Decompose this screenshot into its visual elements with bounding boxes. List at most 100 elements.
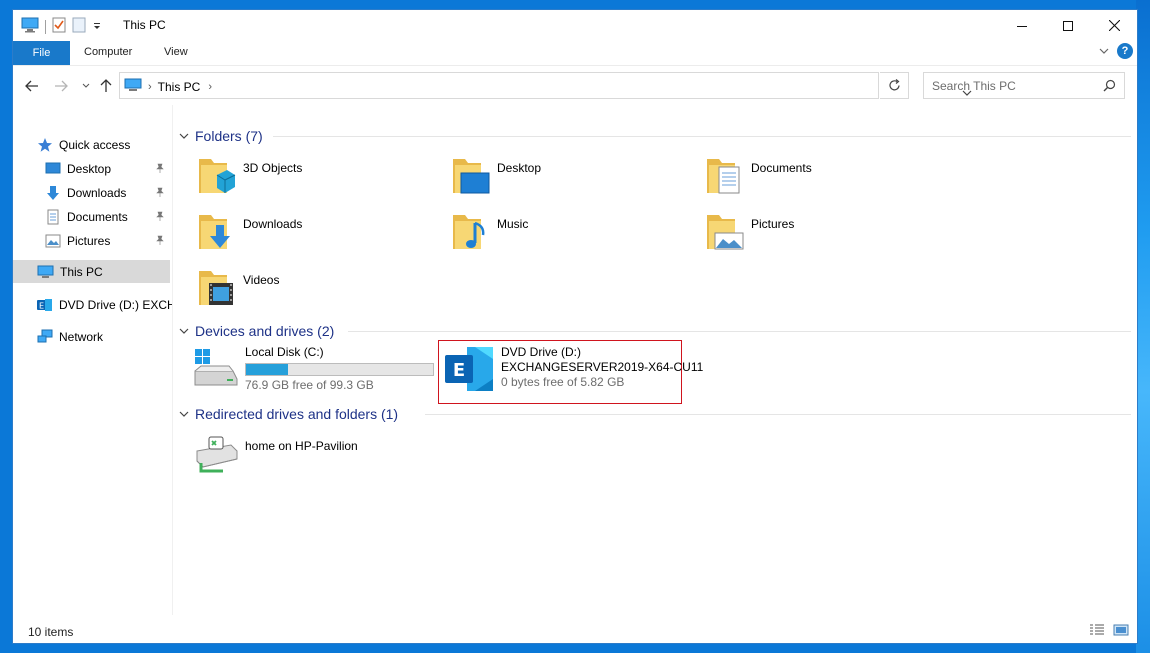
sidebar-item-documents[interactable]: Documents <box>45 205 172 228</box>
group-header-redirected[interactable]: Redirected drives and folders (1) <box>179 404 398 424</box>
title-bar: This PC <box>13 10 1137 41</box>
sidebar-item-this-pc[interactable]: This PC <box>13 260 170 283</box>
sidebar-item-dvd-drive[interactable]: E DVD Drive (D:) EXCHA <box>37 293 173 316</box>
desktop-background <box>1136 0 1150 653</box>
downloads-folder-icon <box>199 215 230 249</box>
search-box[interactable]: Search This PC <box>923 72 1125 99</box>
sidebar-item-quick-access[interactable]: Quick access <box>37 133 130 156</box>
sidebar-item-label: This PC <box>60 264 103 279</box>
back-arrow-icon <box>25 80 38 92</box>
recent-locations-button[interactable] <box>77 77 95 95</box>
refresh-button[interactable] <box>880 72 909 99</box>
drive-name: Local Disk (C:) <box>245 345 324 359</box>
large-icons-view-icon[interactable] <box>1113 624 1129 639</box>
breadcrumb-this-pc[interactable]: This PC <box>158 80 201 94</box>
sidebar-item-label: Quick access <box>59 137 131 152</box>
folder-downloads[interactable]: Downloads <box>197 211 302 253</box>
help-icon[interactable]: ? <box>1117 43 1133 59</box>
exchange-icon: E <box>37 298 52 311</box>
close-icon <box>1108 20 1120 31</box>
disk-usage-fill <box>246 364 289 375</box>
sidebar-item-downloads[interactable]: Downloads <box>45 181 172 204</box>
maximize-button[interactable] <box>1045 10 1091 41</box>
chevron-down-icon <box>179 328 189 334</box>
folder-3d-objects[interactable]: 3D Objects <box>197 155 302 197</box>
windows-drive-icon <box>194 349 238 386</box>
ribbon-tabs: File Computer View ? <box>13 41 1137 65</box>
back-button[interactable] <box>23 77 41 95</box>
details-view-icon[interactable] <box>1089 624 1105 639</box>
sidebar-item-label: Pictures <box>67 233 111 248</box>
download-arrow-icon <box>47 185 59 200</box>
group-header-label: Redirected drives and folders (1) <box>195 406 399 422</box>
redirected-drive-label: home on HP-Pavilion <box>245 439 358 453</box>
navigation-bar: › This PC › Search This PC <box>13 65 1137 106</box>
status-bar: 10 items <box>13 615 1137 643</box>
drive-volume-label: EXCHANGESERVER2019-X64-CU11 <box>501 360 704 374</box>
star-icon <box>38 137 52 152</box>
group-header-devices[interactable]: Devices and drives (2) <box>179 321 334 341</box>
documents-folder-icon <box>707 159 740 194</box>
sidebar-item-label: Documents <box>67 209 128 224</box>
refresh-icon <box>888 79 900 91</box>
folder-music[interactable]: Music <box>451 211 528 253</box>
computer-icon <box>124 78 142 95</box>
folder-label: Downloads <box>243 217 303 231</box>
sidebar-item-desktop[interactable]: Desktop <box>45 157 172 180</box>
tab-view[interactable]: View <box>164 46 188 58</box>
drive-local-disk-c[interactable]: Local Disk (C:) 76.9 GB free of 99.3 GB <box>193 345 434 393</box>
file-explorer-window: This PC File Computer View ? › This PC ›… <box>13 10 1137 643</box>
svg-text:E: E <box>39 301 44 310</box>
customize-toolbar-dropdown-icon[interactable] <box>92 20 102 34</box>
tab-file[interactable]: File <box>13 41 70 65</box>
exchange-icon: E <box>445 347 493 391</box>
properties-icon[interactable] <box>52 17 66 36</box>
forward-arrow-icon <box>55 80 68 92</box>
sidebar-item-label: DVD Drive (D:) EXCHA <box>59 297 173 312</box>
sidebar-item-label: Downloads <box>67 185 127 200</box>
pin-icon[interactable] <box>155 162 165 176</box>
quick-access-toolbar <box>21 17 102 36</box>
folder-documents[interactable]: Documents <box>705 155 812 197</box>
group-header-label: Folders (7) <box>195 128 263 144</box>
pin-icon[interactable] <box>155 234 165 248</box>
group-header-folders[interactable]: Folders (7) <box>179 126 263 146</box>
chevron-down-icon <box>82 83 90 88</box>
content-pane: Folders (7) 3D Objects Desktop Documents… <box>173 105 1131 615</box>
close-button[interactable] <box>1091 10 1137 41</box>
up-button[interactable] <box>97 77 115 95</box>
pictures-folder-icon <box>707 215 744 250</box>
minimize-button[interactable] <box>999 10 1045 41</box>
drive-free-space: 76.9 GB free of 99.3 GB <box>245 378 374 392</box>
forward-button[interactable] <box>52 77 70 95</box>
new-folder-icon[interactable] <box>72 17 86 36</box>
drive-dvd-d[interactable]: E DVD Drive (D:) EXCHANGESERVER2019-X64-… <box>445 345 703 393</box>
drive-free-space: 0 bytes free of 5.82 GB <box>501 375 625 389</box>
tab-computer[interactable]: Computer <box>84 46 132 58</box>
chevron-right-icon[interactable]: › <box>148 81 152 93</box>
3d-objects-folder-icon <box>199 159 236 193</box>
folder-desktop[interactable]: Desktop <box>451 155 541 197</box>
window-title: This PC <box>123 18 166 32</box>
expand-ribbon-icon[interactable] <box>1099 44 1109 58</box>
chevron-right-icon[interactable]: › <box>208 81 212 93</box>
scrollbar[interactable] <box>1131 105 1137 615</box>
search-placeholder[interactable]: Search This PC <box>932 79 1016 93</box>
sidebar-item-pictures[interactable]: Pictures <box>45 229 172 252</box>
pin-icon[interactable] <box>155 210 165 224</box>
folder-pictures[interactable]: Pictures <box>705 211 794 253</box>
chevron-down-icon <box>179 411 189 417</box>
folder-label: Documents <box>751 161 812 175</box>
redirected-drive-home[interactable]: home on HP-Pavilion <box>193 433 358 475</box>
sidebar-item-network[interactable]: Network <box>37 325 103 348</box>
maximize-icon <box>1063 20 1073 31</box>
pin-icon[interactable] <box>155 186 165 200</box>
folder-label: 3D Objects <box>243 161 303 175</box>
search-icon[interactable] <box>1103 79 1116 95</box>
folder-label: Music <box>497 217 529 231</box>
document-icon <box>47 209 59 224</box>
drive-name: DVD Drive (D:) <box>501 345 581 359</box>
address-bar[interactable]: › This PC › <box>119 72 972 99</box>
chevron-down-icon <box>179 133 189 139</box>
folder-videos[interactable]: Videos <box>197 267 279 309</box>
